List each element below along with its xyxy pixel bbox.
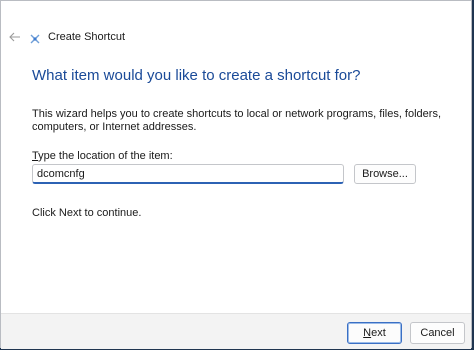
next-button-text: ext <box>371 327 386 339</box>
create-shortcut-dialog: Create Shortcut What item would you like… <box>0 0 472 349</box>
next-button[interactable]: Next <box>347 322 402 344</box>
location-input[interactable] <box>32 164 344 184</box>
continue-instruction: Click Next to continue. <box>32 207 142 219</box>
browse-button[interactable]: Browse... <box>354 164 416 184</box>
location-label-text: ype the location of the item: <box>38 150 173 162</box>
cancel-button[interactable]: Cancel <box>410 322 465 344</box>
back-arrow-icon <box>9 32 20 42</box>
location-label: Type the location of the item: <box>32 150 173 163</box>
window-title: Create Shortcut <box>48 31 126 43</box>
next-button-mnemonic: N <box>363 327 372 339</box>
page-heading: What item would you like to create a sho… <box>32 67 361 84</box>
shortcut-wizard-icon <box>30 34 40 44</box>
title-bar: Create Shortcut <box>1 1 471 57</box>
wizard-description: This wizard helps you to create shortcut… <box>32 108 442 133</box>
back-button[interactable] <box>7 29 23 45</box>
